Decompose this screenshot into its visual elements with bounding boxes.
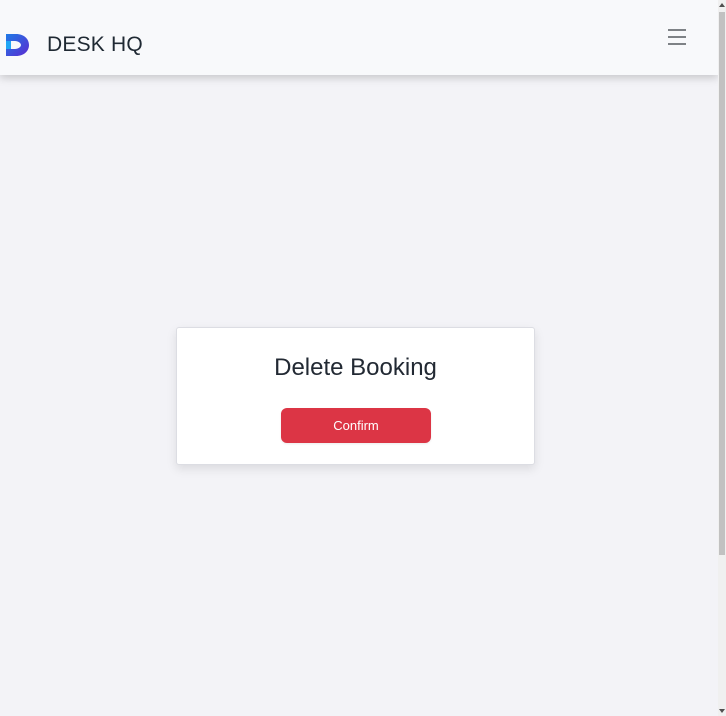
vertical-scrollbar[interactable] (718, 0, 726, 716)
desk-hq-logo-icon (3, 31, 31, 59)
scrollbar-thumb[interactable] (719, 12, 725, 555)
dialog-title: Delete Booking (274, 354, 437, 381)
brand-name: DESK HQ (47, 33, 143, 56)
top-navbar: DESK HQ (0, 0, 718, 75)
app-viewport: DESK HQ Delete Booking Confirm (0, 0, 726, 716)
scroll-up-arrow-icon[interactable] (718, 0, 726, 10)
hamburger-menu-button[interactable] (662, 23, 692, 51)
confirm-button[interactable]: Confirm (281, 408, 431, 443)
brand[interactable]: DESK HQ (3, 29, 143, 61)
delete-booking-card: Delete Booking Confirm (176, 327, 535, 465)
scroll-down-arrow-icon[interactable] (718, 706, 726, 716)
hamburger-menu-icon (668, 29, 686, 45)
